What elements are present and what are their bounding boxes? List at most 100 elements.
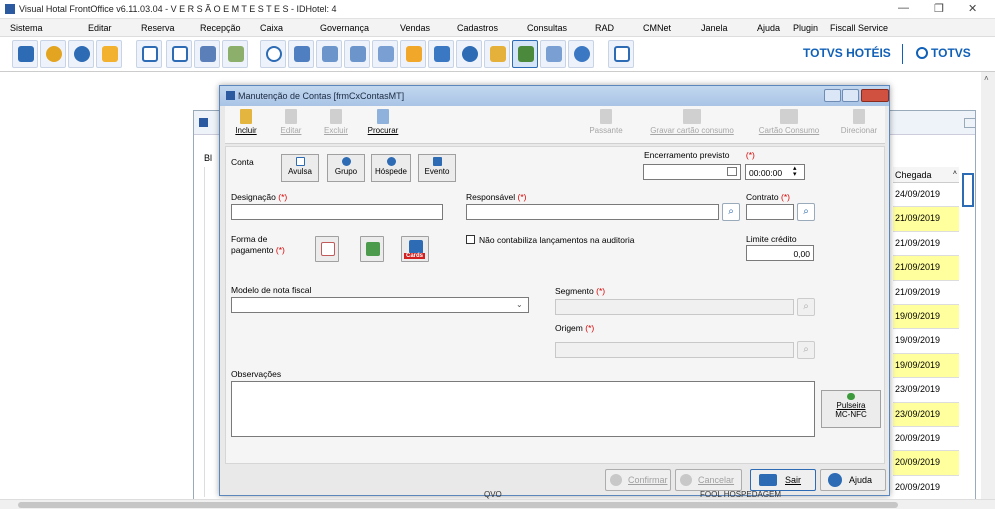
- toolbar-group-button[interactable]: [428, 40, 454, 68]
- toolbar-exit-button[interactable]: [12, 40, 38, 68]
- time-spin-icon[interactable]: ▴ ▾: [793, 165, 797, 178]
- menu-cmnet[interactable]: CMNet: [643, 23, 671, 33]
- segmento-search-icon[interactable]: ⌕: [797, 298, 815, 316]
- toolbar-search-button[interactable]: [260, 40, 286, 68]
- toolbar-help-button[interactable]: [68, 40, 94, 68]
- incluir-button[interactable]: Incluir: [231, 108, 261, 142]
- conta-hospede-button[interactable]: Hóspede: [371, 154, 411, 182]
- chegada-cell[interactable]: 23/09/2019: [893, 378, 959, 403]
- direcionar-button[interactable]: Direcionar: [835, 108, 883, 142]
- chevron-down-icon[interactable]: ⌄: [516, 300, 523, 309]
- conta-avulsa-button[interactable]: Avulsa: [281, 154, 319, 182]
- conta-grupo-button[interactable]: Grupo: [327, 154, 365, 182]
- pulseira-mc-nfc-button[interactable]: Pulseira MC-NFC: [821, 390, 881, 428]
- segmento-field[interactable]: [555, 299, 794, 315]
- maximize-button[interactable]: ❐: [934, 2, 944, 15]
- chegada-cell[interactable]: 24/09/2019: [893, 183, 959, 208]
- dialog-maximize-button[interactable]: [842, 89, 859, 102]
- menu-rad[interactable]: RAD: [595, 23, 614, 33]
- payment-cards-button[interactable]: Cards: [401, 236, 429, 262]
- contrato-label: Contrato (*): [746, 192, 790, 202]
- calendar-picker-icon[interactable]: [727, 167, 737, 176]
- chegada-cell[interactable]: 21/09/2019: [893, 256, 959, 281]
- confirmar-button[interactable]: Confirmar: [605, 469, 671, 491]
- minimize-button[interactable]: —: [898, 2, 909, 14]
- menu-fiscall-service[interactable]: Fiscall Service: [830, 23, 888, 33]
- toolbar-report-button[interactable]: [194, 40, 220, 68]
- horizontal-scrollbar[interactable]: [0, 499, 995, 509]
- dialog-minimize-button[interactable]: [824, 89, 841, 102]
- chegada-cell[interactable]: 19/09/2019: [893, 329, 959, 354]
- toolbar-users-button[interactable]: [40, 40, 66, 68]
- toolbar-email-at-button[interactable]: [608, 40, 634, 68]
- menu-sistema[interactable]: Sistema: [10, 23, 43, 33]
- menu-plugin[interactable]: Plugin: [793, 23, 818, 33]
- origem-field[interactable]: [555, 342, 794, 358]
- toolbar-rooms-button[interactable]: [136, 40, 162, 68]
- designacao-field[interactable]: [231, 204, 443, 220]
- ajuda-button[interactable]: Ajuda: [820, 469, 886, 491]
- menu-editar[interactable]: Editar: [88, 23, 112, 33]
- limite-credito-field[interactable]: 0,00: [746, 245, 814, 261]
- toolbar-send-mail-button[interactable]: [222, 40, 248, 68]
- background-window-restore-button[interactable]: [964, 118, 976, 128]
- excluir-button[interactable]: Excluir: [321, 108, 351, 142]
- payment-document-button[interactable]: [315, 236, 339, 262]
- origem-search-icon[interactable]: ⌕: [797, 341, 815, 359]
- passante-button[interactable]: Passante: [576, 108, 636, 142]
- toolbar-cashier-button[interactable]: [512, 40, 538, 68]
- responsavel-search-icon[interactable]: ⌕: [722, 203, 740, 221]
- gravar-cartao-consumo-button[interactable]: Gravar cartão consumo: [642, 108, 742, 142]
- toolbar-add-guest-button[interactable]: [456, 40, 482, 68]
- toolbar-guest-card-button[interactable]: [316, 40, 342, 68]
- horizontal-scroll-thumb[interactable]: [18, 502, 898, 508]
- cancelar-button[interactable]: Cancelar: [675, 469, 742, 491]
- chegada-cell[interactable]: 21/09/2019: [893, 281, 959, 305]
- chegada-header[interactable]: Chegada ˄: [893, 167, 959, 183]
- toolbar-calendar-button[interactable]: [288, 40, 314, 68]
- chegada-cell[interactable]: 23/09/2019: [893, 402, 959, 427]
- menu-cadastros[interactable]: Cadastros: [457, 23, 498, 33]
- toolbar-account-card-button[interactable]: [344, 40, 370, 68]
- menu-reserva[interactable]: Reserva: [141, 23, 175, 33]
- scroll-up-icon[interactable]: ˄: [984, 74, 989, 83]
- menu-governanca[interactable]: Governança: [320, 23, 369, 33]
- payment-cash-button[interactable]: [360, 236, 384, 262]
- vertical-scrollbar[interactable]: ˄: [981, 72, 995, 500]
- cartao-consumo-button[interactable]: Cartão Consumo: [750, 108, 828, 142]
- close-button[interactable]: ✕: [968, 2, 977, 15]
- chegada-cell[interactable]: 20/09/2019: [893, 476, 959, 501]
- toolbar-guest-service-button[interactable]: [568, 40, 594, 68]
- chegada-cell[interactable]: 21/09/2019: [893, 232, 959, 257]
- dialog-close-button[interactable]: [861, 89, 889, 102]
- chegada-cell[interactable]: 19/09/2019: [893, 353, 959, 379]
- toolbar-register-button[interactable]: [540, 40, 566, 68]
- modelo-nota-select[interactable]: [231, 297, 529, 313]
- observacoes-textarea[interactable]: [231, 381, 815, 437]
- menu-janela[interactable]: Janela: [701, 23, 728, 33]
- toolbar-flash-button[interactable]: [96, 40, 122, 68]
- chegada-cell[interactable]: 20/09/2019: [893, 451, 959, 476]
- contrato-search-icon[interactable]: ⌕: [797, 203, 815, 221]
- nao-contabiliza-checkbox[interactable]: [466, 235, 475, 244]
- toolbar-bell-button[interactable]: [400, 40, 426, 68]
- segmento-label: Segmento (*): [555, 286, 606, 296]
- grid-side-button[interactable]: [962, 173, 974, 207]
- menu-recepcao[interactable]: Recepção: [200, 23, 241, 33]
- conta-evento-button[interactable]: Evento: [418, 154, 456, 182]
- chegada-cell[interactable]: 20/09/2019: [893, 427, 959, 452]
- procurar-button[interactable]: Procurar: [365, 108, 401, 142]
- toolbar-mail-button[interactable]: [166, 40, 192, 68]
- editar-button[interactable]: Editar: [277, 108, 305, 142]
- menu-caixa[interactable]: Caixa: [260, 23, 283, 33]
- contrato-field[interactable]: [746, 204, 794, 220]
- toolbar-guest-money-button[interactable]: [484, 40, 510, 68]
- menu-vendas[interactable]: Vendas: [400, 23, 430, 33]
- toolbar-checkin-button[interactable]: [372, 40, 398, 68]
- menu-consultas[interactable]: Consultas: [527, 23, 567, 33]
- chegada-cell[interactable]: 21/09/2019: [893, 207, 959, 232]
- chegada-cell[interactable]: 19/09/2019: [893, 304, 959, 330]
- responsavel-field[interactable]: [466, 204, 719, 220]
- menu-ajuda[interactable]: Ajuda: [757, 23, 780, 33]
- sair-button[interactable]: Sair: [750, 469, 816, 491]
